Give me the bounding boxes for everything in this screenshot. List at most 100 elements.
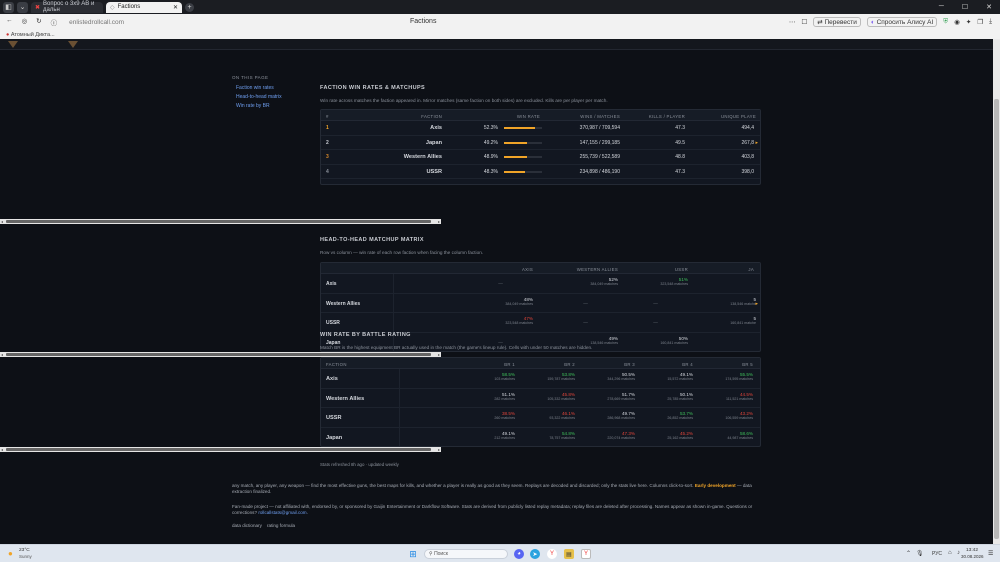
close-tab-icon[interactable]: ✕ — [173, 4, 178, 11]
table-row[interactable]: 1 Axis 52.3% 370,987 / 709,594 47.3 494,4 — [321, 121, 760, 136]
shield-icon[interactable]: ⛨ — [943, 18, 948, 26]
faction-cell[interactable]: Western Allies — [326, 301, 360, 307]
tray-chevron-icon[interactable]: ⌃ — [906, 550, 911, 557]
col-rank[interactable]: # — [326, 114, 329, 119]
br-cell[interactable]: 45.8% 105,332 matches — [519, 392, 575, 401]
puzzle-icon[interactable]: ✦ — [966, 18, 971, 26]
alice-button[interactable]: ◐ Спросить Алису AI — [866, 17, 938, 27]
br-cell[interactable]: 44.5% 111,521 matches — [697, 392, 753, 401]
matrix-cell[interactable]: 51% 323,548 matches — [623, 277, 688, 286]
br-cell[interactable]: 53.8% 159,787 matches — [519, 372, 575, 381]
br-cell[interactable]: 46.1% 93,322 matches — [519, 411, 575, 420]
matrix-cell[interactable]: 49% 138,546 matches — [553, 336, 618, 345]
network-icon[interactable]: ⌂ — [948, 550, 952, 556]
col-br1[interactable]: BR 1 — [504, 362, 515, 367]
faction-cell[interactable]: USSR — [326, 320, 340, 326]
scroll-left-icon[interactable]: ◂ — [1, 219, 3, 224]
faction-cell[interactable]: Axis — [326, 281, 337, 287]
page-scrollbar[interactable] — [993, 39, 1000, 544]
faction-cell[interactable]: Axis — [326, 376, 338, 382]
toc-link-matrix[interactable]: Head-to-head matrix — [236, 94, 282, 100]
scroll-left-icon[interactable]: ◂ — [1, 447, 3, 452]
br-cell[interactable]: 58.6% 44,987 matches — [697, 431, 753, 440]
page-scrollbar-thumb[interactable] — [994, 99, 999, 539]
faction-cell[interactable]: USSR — [426, 169, 442, 175]
br-cell[interactable]: 54.8% 78,757 matches — [519, 431, 575, 440]
data-dictionary-link[interactable]: data dictionary — [232, 523, 262, 528]
scrollbar-thumb[interactable] — [6, 448, 431, 451]
br-cell[interactable]: 50.1% 25,785 matches — [637, 392, 693, 401]
matrix-cell[interactable]: — — [468, 277, 533, 286]
site-info-icon[interactable]: ⓘ — [51, 17, 58, 27]
col-win-rate[interactable]: WIN RATE — [517, 114, 540, 119]
col-unique-players[interactable]: UNIQUE PLAYE — [721, 114, 756, 119]
scrollbar-thumb[interactable] — [6, 353, 431, 356]
br-cell[interactable]: 45.2% 25,162 matches — [637, 431, 693, 440]
profile-icon[interactable]: ◧ — [3, 1, 14, 13]
volume-icon[interactable]: ♪ — [957, 550, 960, 556]
table-row[interactable]: Axis 58.5% 103 matches 53.8% 159,787 matches… — [321, 369, 760, 389]
br-cell[interactable]: 51.1% 282 matches — [459, 392, 515, 401]
br-cell[interactable]: 53.7% 26,852 matches — [637, 411, 693, 420]
matrix-cell[interactable]: — — [468, 336, 533, 345]
browser-tab[interactable]: ✖ Вопрос о 3x9 АВ и дальн — [31, 1, 103, 13]
table-row[interactable]: 4 USSR 48.3% 234,898 / 486,190 47.3 398,0 — [321, 165, 760, 179]
br-cell[interactable]: 43.2% 106,559 matches — [697, 411, 753, 420]
scroll-right-hint-icon[interactable]: ▸ — [755, 301, 758, 307]
toc-link-win-rates[interactable]: Faction win rates — [236, 85, 274, 91]
telegram-icon[interactable]: ➤ — [530, 549, 540, 559]
col-japan[interactable]: JA — [748, 267, 754, 272]
translate-button[interactable]: ⇄ Перевести — [813, 17, 861, 27]
matrix-cell[interactable]: 50% 160,841 matches — [623, 336, 688, 345]
br-cell[interactable]: 47.3% 220,074 matches — [579, 431, 635, 440]
col-faction[interactable]: FACTION — [326, 362, 347, 367]
faction-cell[interactable]: Axis — [430, 125, 442, 131]
notification-icon[interactable]: ☰ — [988, 550, 993, 557]
browser-tab-active[interactable]: ◇ Factions ✕ — [106, 1, 182, 13]
mic-icon[interactable]: 🎙 — [916, 550, 924, 557]
scrollbar-thumb[interactable] — [6, 220, 431, 223]
extensions-icon[interactable]: ◎ — [22, 17, 28, 27]
download-icon[interactable]: ⤓ — [989, 18, 992, 26]
discord-icon[interactable]: ◕ — [514, 549, 524, 559]
table-row[interactable]: Western Allies 48% 384,049 matches — — 5 138,5… — [321, 293, 760, 313]
reload-icon[interactable]: ↻ — [36, 17, 41, 27]
tab-list-icon[interactable]: ⌄ — [17, 1, 28, 13]
col-br2[interactable]: BR 2 — [564, 362, 575, 367]
url-field[interactable]: enlistedrollcall.com — [69, 19, 124, 26]
br-cell[interactable]: 58.5% 103 matches — [459, 372, 515, 381]
table-scrollbar[interactable]: ◂ ▸ — [0, 219, 441, 224]
col-kills-player[interactable]: KILLS / PLAYER — [649, 114, 685, 119]
faction-cell[interactable]: USSR — [326, 415, 342, 421]
windows-start-icon[interactable]: ⊞ — [408, 549, 418, 559]
toc-link-br[interactable]: Win rate by BR — [236, 103, 270, 109]
language-indicator[interactable]: РУС — [932, 551, 942, 557]
col-ussr[interactable]: USSR — [675, 267, 688, 272]
col-br4[interactable]: BR 4 — [682, 362, 693, 367]
maximize-icon[interactable]: ☐ — [962, 3, 968, 11]
col-wins-matches[interactable]: WINS / MATCHES — [580, 114, 620, 119]
yandex-browser-icon[interactable]: Y — [547, 549, 557, 559]
scroll-right-icon[interactable]: ▸ — [438, 219, 440, 224]
table-scrollbar[interactable]: ◂ ▸ — [0, 447, 441, 452]
close-window-icon[interactable]: ✕ — [986, 3, 992, 11]
matrix-cell[interactable]: 52% 384,049 matches — [553, 277, 618, 286]
br-cell[interactable]: 49.1% 15,572 matches — [637, 372, 693, 381]
col-br5[interactable]: BR 5 — [742, 362, 753, 367]
back-icon[interactable]: ← — [6, 17, 13, 27]
table-row[interactable]: 3 Western Allies 48.9% 255,739 / 522,589 48.… — [321, 150, 760, 165]
rating-formula-link[interactable]: rating formula — [267, 523, 295, 528]
faction-cell[interactable]: Japan — [426, 140, 442, 146]
minimize-icon[interactable]: ─ — [939, 3, 944, 11]
sidebar-icon[interactable]: ❐ — [977, 18, 983, 26]
scroll-right-hint-icon[interactable]: ▸ — [755, 140, 758, 146]
matrix-cell[interactable]: 48% 384,049 matches — [468, 297, 533, 306]
br-cell[interactable]: 50.5% 344,296 matches — [579, 372, 635, 381]
faction-cell[interactable]: Western Allies — [404, 154, 442, 160]
matrix-cell[interactable]: — — [623, 297, 688, 306]
bookmark-item[interactable]: Атомный Дикта... — [11, 32, 55, 38]
taskbar-search[interactable]: ⚲ Поиск — [424, 549, 508, 559]
weather-sun-icon[interactable]: ● — [8, 549, 13, 558]
matrix-cell[interactable]: 5 160,841 matche — [691, 316, 756, 325]
matrix-cell[interactable]: — — [623, 316, 688, 325]
